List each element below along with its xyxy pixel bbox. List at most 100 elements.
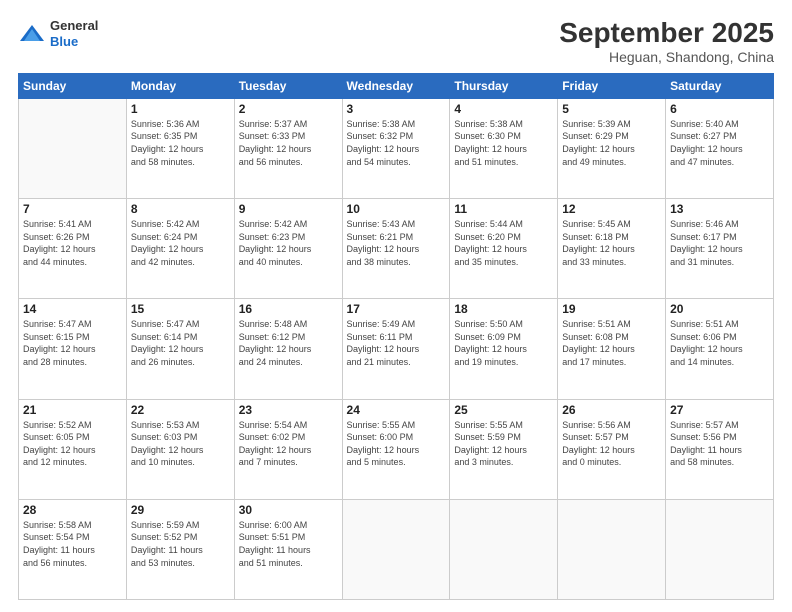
day-number: 3 — [347, 102, 446, 116]
logo-icon — [18, 23, 46, 45]
month-title: September 2025 — [559, 18, 774, 49]
day-info: Sunrise: 5:56 AMSunset: 5:57 PMDaylight:… — [562, 419, 661, 469]
day-info: Sunrise: 5:44 AMSunset: 6:20 PMDaylight:… — [454, 218, 553, 268]
logo-line2: Blue — [50, 34, 78, 49]
day-number: 21 — [23, 403, 122, 417]
day-info: Sunrise: 5:47 AMSunset: 6:15 PMDaylight:… — [23, 318, 122, 368]
day-number: 29 — [131, 503, 230, 517]
col-header-sunday: Sunday — [19, 73, 127, 98]
week-row-2: 7 Sunrise: 5:41 AMSunset: 6:26 PMDaylight… — [19, 199, 774, 299]
day-info: Sunrise: 5:43 AMSunset: 6:21 PMDaylight:… — [347, 218, 446, 268]
day-number: 6 — [670, 102, 769, 116]
day-info: Sunrise: 5:51 AMSunset: 6:06 PMDaylight:… — [670, 318, 769, 368]
day-number: 10 — [347, 202, 446, 216]
day-info: Sunrise: 5:48 AMSunset: 6:12 PMDaylight:… — [239, 318, 338, 368]
header: General Blue September 2025 Heguan, Shan… — [18, 18, 774, 65]
day-number: 9 — [239, 202, 338, 216]
cal-cell — [666, 499, 774, 599]
day-info: Sunrise: 5:52 AMSunset: 6:05 PMDaylight:… — [23, 419, 122, 469]
cal-cell: 13 Sunrise: 5:46 AMSunset: 6:17 PMDayligh… — [666, 199, 774, 299]
day-number: 23 — [239, 403, 338, 417]
cal-cell — [558, 499, 666, 599]
day-number: 12 — [562, 202, 661, 216]
col-header-thursday: Thursday — [450, 73, 558, 98]
cal-cell: 30 Sunrise: 6:00 AMSunset: 5:51 PMDayligh… — [234, 499, 342, 599]
cal-cell: 4 Sunrise: 5:38 AMSunset: 6:30 PMDaylight… — [450, 98, 558, 198]
day-number: 17 — [347, 302, 446, 316]
cal-cell: 19Sunrise: 5:51 AMSunset: 6:08 PMDayligh… — [558, 299, 666, 399]
day-info: Sunrise: 5:54 AMSunset: 6:02 PMDaylight:… — [239, 419, 338, 469]
day-number: 14 — [23, 302, 122, 316]
day-number: 8 — [131, 202, 230, 216]
col-header-friday: Friday — [558, 73, 666, 98]
day-info: Sunrise: 5:55 AMSunset: 6:00 PMDaylight:… — [347, 419, 446, 469]
day-info: Sunrise: 5:46 AMSunset: 6:17 PMDaylight:… — [670, 218, 769, 268]
week-row-1: 1Sunrise: 5:36 AMSunset: 6:35 PMDaylight… — [19, 98, 774, 198]
day-info: Sunrise: 5:49 AMSunset: 6:11 PMDaylight:… — [347, 318, 446, 368]
day-number: 26 — [562, 403, 661, 417]
week-row-5: 28 Sunrise: 5:58 AMSunset: 5:54 PMDayligh… — [19, 499, 774, 599]
cal-cell: 23 Sunrise: 5:54 AMSunset: 6:02 PMDayligh… — [234, 399, 342, 499]
cal-cell: 27Sunrise: 5:57 AMSunset: 5:56 PMDayligh… — [666, 399, 774, 499]
title-block: September 2025 Heguan, Shandong, China — [559, 18, 774, 65]
day-number: 28 — [23, 503, 122, 517]
cal-cell: 1Sunrise: 5:36 AMSunset: 6:35 PMDaylight… — [126, 98, 234, 198]
cal-cell: 14 Sunrise: 5:47 AMSunset: 6:15 PMDayligh… — [19, 299, 127, 399]
cal-cell: 24 Sunrise: 5:55 AMSunset: 6:00 PMDayligh… — [342, 399, 450, 499]
day-number: 22 — [131, 403, 230, 417]
page: General Blue September 2025 Heguan, Shan… — [0, 0, 792, 612]
logo: General Blue — [18, 18, 98, 49]
logo-line1: General — [50, 18, 98, 33]
logo-text: General Blue — [50, 18, 98, 49]
day-number: 4 — [454, 102, 553, 116]
day-number: 11 — [454, 202, 553, 216]
cal-cell: 17 Sunrise: 5:49 AMSunset: 6:11 PMDayligh… — [342, 299, 450, 399]
cal-cell: 7 Sunrise: 5:41 AMSunset: 6:26 PMDaylight… — [19, 199, 127, 299]
day-info: Sunrise: 5:53 AMSunset: 6:03 PMDaylight:… — [131, 419, 230, 469]
cal-cell — [342, 499, 450, 599]
day-number: 25 — [454, 403, 553, 417]
day-number: 2 — [239, 102, 338, 116]
cal-cell: 20 Sunrise: 5:51 AMSunset: 6:06 PMDayligh… — [666, 299, 774, 399]
day-info: Sunrise: 5:41 AMSunset: 6:26 PMDaylight:… — [23, 218, 122, 268]
cal-cell: 3 Sunrise: 5:38 AMSunset: 6:32 PMDaylight… — [342, 98, 450, 198]
col-header-tuesday: Tuesday — [234, 73, 342, 98]
day-info: Sunrise: 5:38 AMSunset: 6:30 PMDaylight:… — [454, 118, 553, 168]
cal-cell: 28 Sunrise: 5:58 AMSunset: 5:54 PMDayligh… — [19, 499, 127, 599]
cal-cell: 6Sunrise: 5:40 AMSunset: 6:27 PMDaylight… — [666, 98, 774, 198]
day-number: 18 — [454, 302, 553, 316]
day-number: 7 — [23, 202, 122, 216]
day-number: 13 — [670, 202, 769, 216]
cal-cell: 15 Sunrise: 5:47 AMSunset: 6:14 PMDayligh… — [126, 299, 234, 399]
day-info: Sunrise: 5:55 AMSunset: 5:59 PMDaylight:… — [454, 419, 553, 469]
day-info: Sunrise: 5:39 AMSunset: 6:29 PMDaylight:… — [562, 118, 661, 168]
day-info: Sunrise: 5:58 AMSunset: 5:54 PMDaylight:… — [23, 519, 122, 569]
day-number: 5 — [562, 102, 661, 116]
day-number: 20 — [670, 302, 769, 316]
col-header-wednesday: Wednesday — [342, 73, 450, 98]
cal-cell: 16 Sunrise: 5:48 AMSunset: 6:12 PMDayligh… — [234, 299, 342, 399]
week-row-4: 21 Sunrise: 5:52 AMSunset: 6:05 PMDayligh… — [19, 399, 774, 499]
day-info: Sunrise: 5:47 AMSunset: 6:14 PMDaylight:… — [131, 318, 230, 368]
day-info: Sunrise: 6:00 AMSunset: 5:51 PMDaylight:… — [239, 519, 338, 569]
col-header-saturday: Saturday — [666, 73, 774, 98]
cal-cell: 10 Sunrise: 5:43 AMSunset: 6:21 PMDayligh… — [342, 199, 450, 299]
day-info: Sunrise: 5:50 AMSunset: 6:09 PMDaylight:… — [454, 318, 553, 368]
day-info: Sunrise: 5:59 AMSunset: 5:52 PMDaylight:… — [131, 519, 230, 569]
cal-cell: 2 Sunrise: 5:37 AMSunset: 6:33 PMDaylight… — [234, 98, 342, 198]
cal-cell: 22 Sunrise: 5:53 AMSunset: 6:03 PMDayligh… — [126, 399, 234, 499]
day-info: Sunrise: 5:38 AMSunset: 6:32 PMDaylight:… — [347, 118, 446, 168]
day-number: 16 — [239, 302, 338, 316]
day-info: Sunrise: 5:45 AMSunset: 6:18 PMDaylight:… — [562, 218, 661, 268]
calendar-header-row: SundayMondayTuesdayWednesdayThursdayFrid… — [19, 73, 774, 98]
day-number: 27 — [670, 403, 769, 417]
day-info: Sunrise: 5:37 AMSunset: 6:33 PMDaylight:… — [239, 118, 338, 168]
day-number: 24 — [347, 403, 446, 417]
col-header-monday: Monday — [126, 73, 234, 98]
cal-cell: 18 Sunrise: 5:50 AMSunset: 6:09 PMDayligh… — [450, 299, 558, 399]
day-number: 15 — [131, 302, 230, 316]
cal-cell: 11 Sunrise: 5:44 AMSunset: 6:20 PMDayligh… — [450, 199, 558, 299]
day-number: 30 — [239, 503, 338, 517]
cal-cell: 26 Sunrise: 5:56 AMSunset: 5:57 PMDayligh… — [558, 399, 666, 499]
day-info: Sunrise: 5:51 AMSunset: 6:08 PMDaylight:… — [562, 318, 661, 368]
